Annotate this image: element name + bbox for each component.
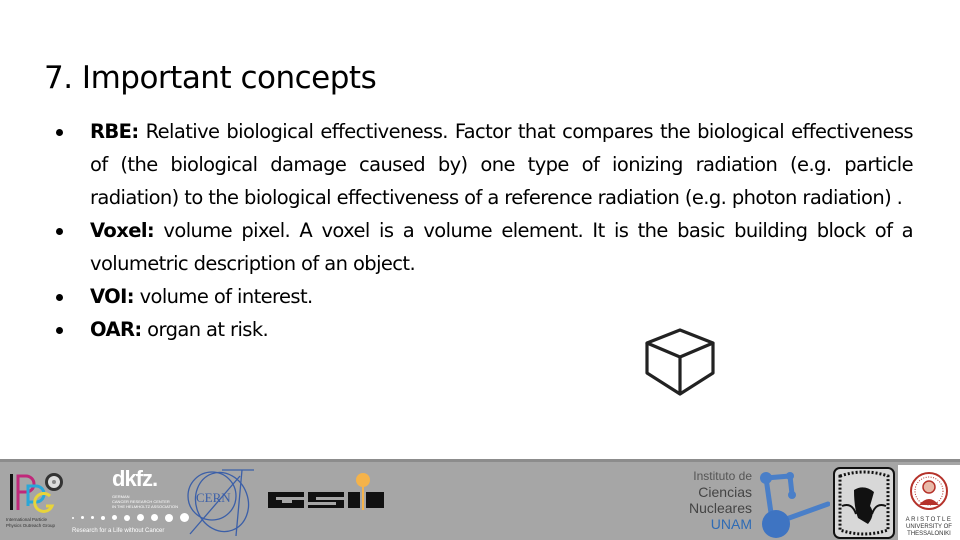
gsi-logo (268, 472, 398, 522)
concept-definition: organ at risk. (141, 318, 269, 341)
bullet-icon (56, 228, 63, 235)
dkfz-logo: dkfz. GERMAN CANCER RESEARCH CENTER IN T… (72, 466, 189, 536)
ippg-logo: International Particle Physics Outreach … (6, 468, 68, 534)
concept-item-voxel: Voxel: volume pixel. A voxel is a volume… (50, 214, 914, 280)
cern-logo: CERN (182, 466, 256, 538)
cube-icon (645, 328, 715, 396)
concept-definition: volume pixel. A voxel is a volume elemen… (90, 219, 914, 275)
molecule-icon (760, 472, 830, 538)
unam-seal-icon (833, 467, 895, 539)
icn-wordmark: Instituto de Ciencias Nucleares UNAM (688, 469, 752, 532)
icn-unam-logo: Instituto de Ciencias Nucleares UNAM (680, 468, 830, 540)
auth-seal-icon (910, 472, 948, 510)
bullet-icon (56, 327, 63, 334)
dkfz-dots-icon (72, 513, 189, 522)
auth-wordmark: ARISTOTLE UNIVERSITY OF THESSALONIKI (905, 517, 953, 537)
ippg-caption: International Particle Physics Outreach … (6, 517, 56, 528)
concept-list: RBE: Relative biological effectiveness. … (50, 115, 914, 346)
concept-definition: volume of interest. (133, 285, 314, 308)
dkfz-subtitle: GERMAN CANCER RESEARCH CENTER IN THE HEL… (112, 494, 179, 509)
dkfz-tagline: Research for a Life without Cancer (72, 528, 165, 534)
slide-title: 7. Important concepts (44, 60, 377, 96)
bullet-icon (56, 294, 63, 301)
concept-term: Voxel: (90, 219, 155, 242)
concept-item-oar: OAR: organ at risk. (50, 313, 913, 346)
concept-item-voi: VOI: volume of interest. (50, 280, 913, 313)
dkfz-wordmark: dkfz. (112, 466, 158, 491)
partner-logo-strip: International Particle Physics Outreach … (0, 459, 960, 540)
bullet-icon (56, 129, 63, 136)
auth-logo: ARISTOTLE UNIVERSITY OF THESSALONIKI (898, 465, 960, 540)
ippg-mark-icon (10, 473, 63, 513)
cern-mark-icon: CERN (187, 469, 254, 537)
concept-term: VOI: (90, 285, 135, 308)
concept-term: RBE: (90, 120, 139, 143)
svg-text:CERN: CERN (196, 490, 231, 505)
unam-seal-logo (832, 466, 896, 540)
concept-item-rbe: RBE: Relative biological effectiveness. … (50, 115, 914, 214)
gsi-mark-icon (268, 473, 384, 510)
concept-definition: Relative biological effectiveness. Facto… (90, 120, 914, 209)
concept-term: OAR: (90, 318, 142, 341)
